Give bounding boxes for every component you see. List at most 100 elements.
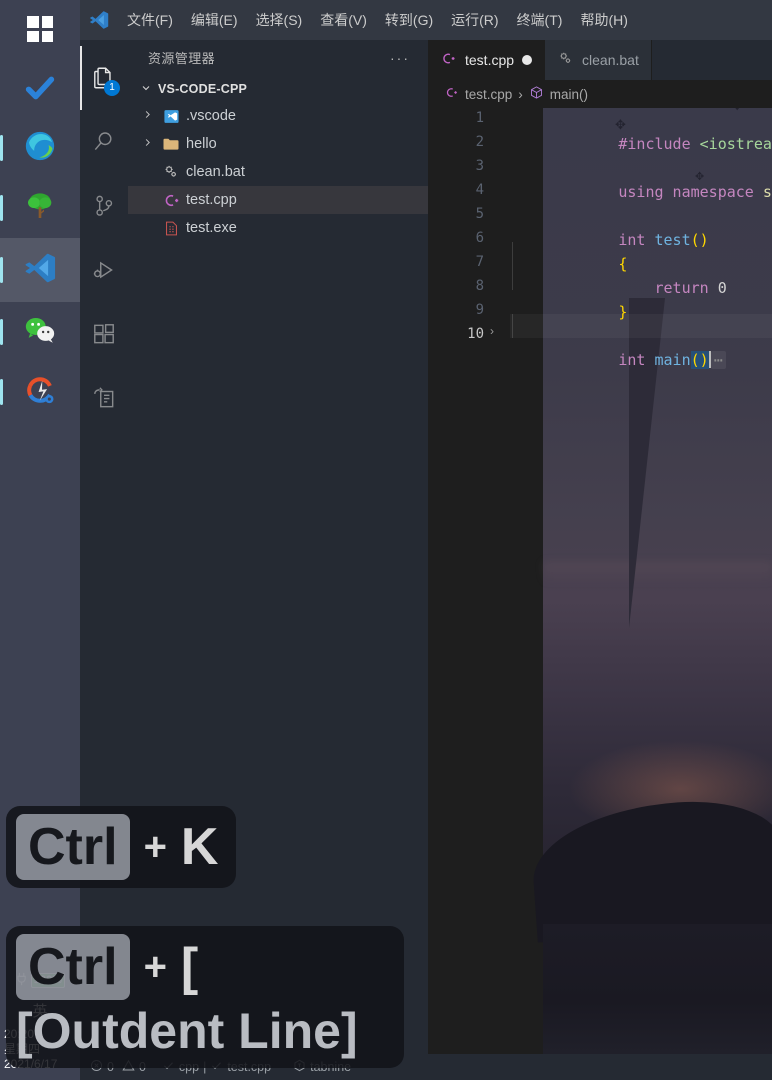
checkmark-icon (23, 71, 57, 105)
tree-item-label: .vscode (186, 108, 236, 124)
code-token: } (618, 303, 628, 321)
line-number: 8 (475, 278, 484, 294)
taskbar-item-tools[interactable] (0, 362, 80, 422)
sidebar-more-actions-icon[interactable]: ··· (390, 50, 410, 66)
code-token: #include (618, 135, 691, 153)
tree-item-test-exe[interactable]: test.exe (128, 214, 428, 242)
code-token: using namespace (618, 183, 754, 201)
line-number: 10 (467, 326, 484, 342)
exe-file-icon (158, 220, 184, 237)
workspace-root-label: VS-CODE-CPP (158, 81, 248, 96)
windows-start-icon (27, 16, 53, 42)
bat-file-icon (557, 50, 574, 70)
taskbar-item-tree[interactable] (0, 178, 80, 238)
tree-item-hello[interactable]: hello (128, 130, 428, 158)
tree-item-label: hello (186, 136, 217, 152)
menu-item-run[interactable]: 运行(R) (442, 0, 507, 40)
windows-taskbar: 100% 英 20:20 星期四 2021/6/17 (0, 0, 80, 1080)
vscode-icon (22, 250, 58, 291)
menu-item-selection[interactable]: 选择(S) (247, 0, 312, 40)
taskbar-item-todo[interactable] (0, 58, 80, 118)
folded-code-indicator[interactable]: ⋯ (710, 351, 726, 369)
chevron-down-icon (140, 82, 152, 95)
line-number: 7 (475, 254, 484, 270)
code-line-7: return 0 (510, 252, 772, 297)
taskbar-item-wechat[interactable] (0, 302, 80, 362)
key-cap-key: K (180, 818, 219, 876)
activity-bar: 1 (80, 40, 128, 1054)
menu-item-view[interactable]: 查看(V) (311, 0, 376, 40)
workspace-root-row[interactable]: VS-CODE-CPP (128, 75, 428, 102)
cpp-file-icon (444, 85, 459, 103)
screen: 文件(F) 编辑(E) 选择(S) 查看(V) 转到(G) 运行(R) 终端(T… (0, 0, 772, 1080)
activity-run-debug[interactable] (80, 238, 128, 302)
sidebar-title-label: 资源管理器 (148, 51, 216, 66)
tab-label: test.cpp (465, 52, 515, 68)
breadcrumb-symbol[interactable]: main() (550, 87, 588, 102)
line-number: 5 (475, 206, 484, 222)
editor-tabs: test.cpp clean.bat (428, 40, 772, 80)
tab-label: clean.bat (582, 52, 639, 68)
sidebar-header: 资源管理器 ··· (128, 40, 428, 75)
tree-item-clean-bat[interactable]: clean.bat (128, 158, 428, 186)
taskbar-running-indicator (0, 135, 3, 161)
chevron-right-icon[interactable] (136, 137, 158, 151)
vscode-logo-icon (80, 0, 118, 40)
breadcrumb-file[interactable]: test.cpp (465, 87, 512, 102)
code-line-10: int main() ⋯ (510, 324, 772, 369)
taskbar-start-button[interactable] (0, 0, 80, 58)
tree-item-label: test.cpp (186, 192, 237, 208)
line-number: 2 (475, 134, 484, 150)
workbench-body: 1 资源管理器 ··· VS-CODE-CPP .vscode hello cl… (80, 40, 772, 1054)
key-command-description: [Outdent Line] (16, 1003, 358, 1059)
activity-search[interactable] (80, 110, 128, 174)
symbol-icon (529, 85, 544, 103)
taskbar-running-indicator (0, 195, 3, 221)
menu-item-edit[interactable]: 编辑(E) (182, 0, 247, 40)
tree-item-test-cpp[interactable]: test.cpp (128, 186, 428, 214)
code-line-8: } (510, 276, 772, 321)
activity-explorer[interactable]: 1 (80, 46, 128, 110)
activity-source-control[interactable] (80, 174, 128, 238)
key-plus-sign: + (143, 944, 167, 989)
tab-test-cpp[interactable]: test.cpp (428, 40, 546, 80)
menu-bar: 文件(F) 编辑(E) 选择(S) 查看(V) 转到(G) 运行(R) 终端(T… (80, 0, 772, 40)
menu-item-terminal[interactable]: 终端(T) (508, 0, 572, 40)
menu-item-file[interactable]: 文件(F) (118, 0, 182, 40)
tree-item-label: clean.bat (186, 164, 245, 180)
chevron-right-icon[interactable] (136, 109, 158, 123)
code-line-3: using namespace std; (510, 156, 772, 201)
tools-icon (23, 373, 57, 412)
dirty-indicator-icon[interactable] (522, 55, 533, 65)
line-number: 1 (475, 110, 484, 126)
tree-app-icon (24, 190, 56, 227)
tree-item-vscode[interactable]: .vscode (128, 102, 428, 130)
breadcrumb: test.cpp › main() (428, 80, 772, 108)
cpp-file-icon (158, 191, 184, 210)
key-cap-modifier: Ctrl (16, 814, 130, 880)
line-number: 6 (475, 230, 484, 246)
wechat-icon (23, 313, 57, 352)
activity-remote-explorer[interactable] (80, 366, 128, 430)
taskbar-item-edge[interactable] (0, 118, 80, 178)
taskbar-running-indicator (0, 379, 3, 405)
line-number: 9 (475, 302, 484, 318)
taskbar-running-indicator (0, 319, 3, 345)
taskbar-item-vscode[interactable] (0, 238, 80, 302)
fold-chevron-icon[interactable]: › (490, 324, 494, 338)
line-number: 4 (475, 182, 484, 198)
editor-group: test.cpp clean.bat test.cpp › main() ✥ ✥… (428, 40, 772, 1054)
folder-icon (158, 135, 184, 153)
explorer-badge: 1 (104, 80, 120, 96)
code-line-5: int test() (510, 204, 772, 249)
menu-item-go[interactable]: 转到(G) (376, 0, 442, 40)
menu-item-help[interactable]: 帮助(H) (571, 0, 636, 40)
activity-extensions[interactable] (80, 302, 128, 366)
code-token: <iostream> (699, 135, 772, 153)
taskbar-running-indicator (0, 257, 3, 283)
code-token: main (654, 351, 691, 369)
vscode-folder-icon (158, 108, 184, 125)
keystroke-overlay-1: Ctrl + K (6, 806, 237, 888)
code-editor[interactable]: ✥ ✥ ✥ ✥ 1 2 3 4 (428, 108, 772, 1054)
tab-clean-bat[interactable]: clean.bat (545, 40, 652, 80)
